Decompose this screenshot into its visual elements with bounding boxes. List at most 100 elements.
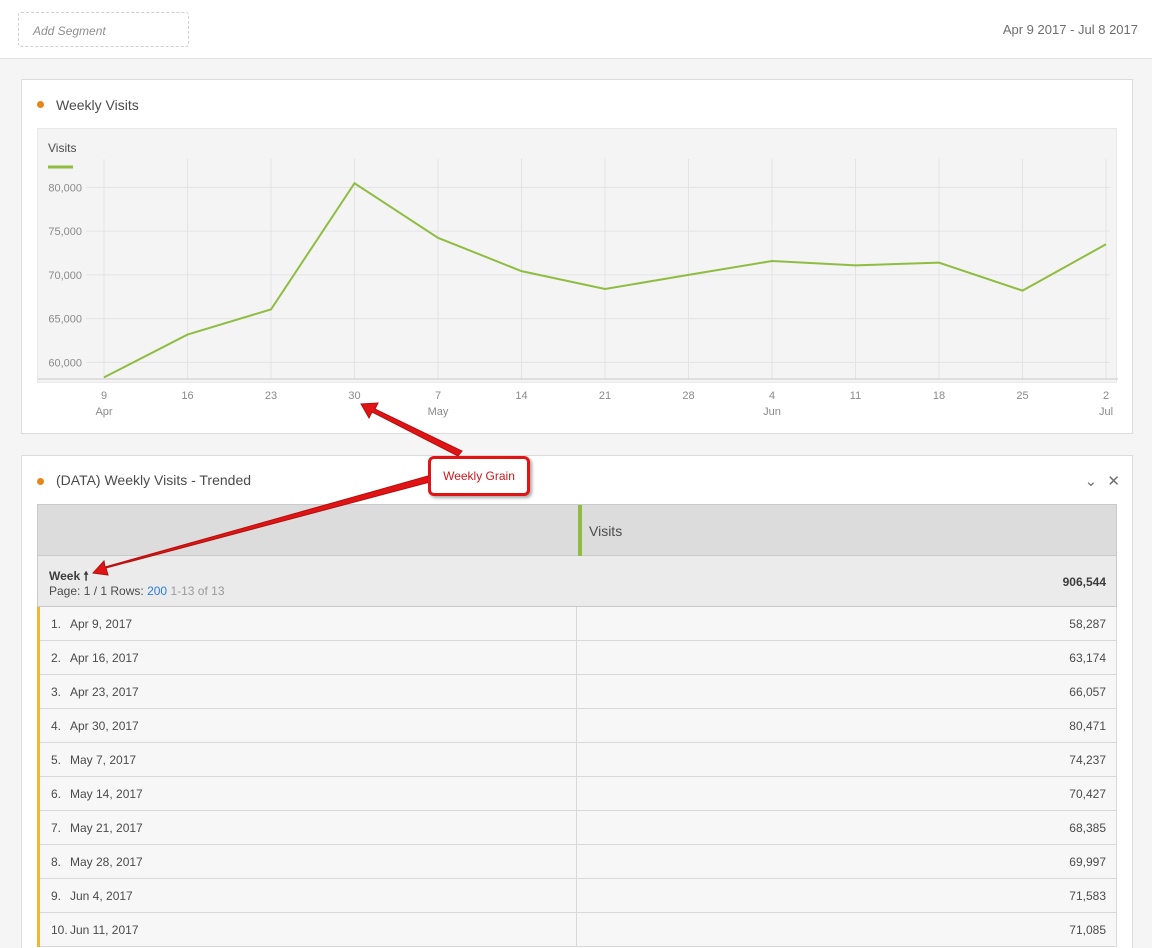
row-label[interactable]: Apr 9, 2017 [70, 617, 132, 631]
y-tick-label: 65,000 [48, 314, 82, 326]
annotation-callout: Weekly Grain [428, 456, 530, 496]
row-label[interactable]: Jun 11, 2017 [70, 923, 139, 937]
row-accent-bar [37, 743, 40, 777]
sort-up-arrow-icon[interactable]: 🠕 [83, 569, 88, 583]
row-index: 7. [51, 821, 62, 835]
table-row[interactable]: 6. May 14, 2017 70,427 [37, 777, 1117, 811]
row-index: 1. [51, 617, 62, 631]
row-value: 71,085 [1069, 923, 1106, 937]
freeform-table: Visits Week 🠕 Page: 1 / 1 Rows: 200 1-13… [37, 504, 1117, 948]
row-accent-bar [37, 845, 40, 879]
column-divider [576, 675, 577, 709]
y-tick-label: 60,000 [48, 357, 82, 369]
top-bar: Add Segment Apr 9 2017 - Jul 8 2017 [0, 0, 1152, 59]
row-accent-bar [37, 811, 40, 845]
row-accent-bar [37, 709, 40, 743]
x-tick-label: 21 [599, 390, 611, 402]
y-tick-label: 75,000 [48, 226, 82, 238]
column-divider [576, 879, 577, 913]
table-row[interactable]: 1. Apr 9, 2017 58,287 [37, 607, 1117, 641]
row-label[interactable]: May 14, 2017 [70, 787, 143, 801]
add-segment-dropzone[interactable]: Add Segment [18, 12, 189, 47]
row-value: 69,997 [1069, 855, 1106, 869]
row-value: 63,174 [1069, 651, 1106, 665]
row-index: 3. [51, 685, 62, 699]
row-label[interactable]: Jun 4, 2017 [70, 889, 133, 903]
row-value: 68,385 [1069, 821, 1106, 835]
column-divider [576, 641, 577, 675]
column-divider [576, 607, 577, 641]
metric-drag-handle[interactable] [578, 505, 582, 556]
x-tick-label: 16 [181, 390, 193, 402]
column-divider [576, 913, 577, 947]
rows-label: Rows: [110, 584, 144, 598]
y-tick-label: 80,000 [48, 182, 82, 194]
chart-svg: Visits 60,000 65,000 70,000 75,000 80,000 9 Apr… [38, 141, 1118, 418]
row-accent-bar [37, 641, 40, 675]
row-label[interactable]: Apr 30, 2017 [70, 719, 139, 733]
dimension-label: Week [49, 569, 81, 583]
table-row[interactable]: 7. May 21, 2017 68,385 [37, 811, 1117, 845]
column-divider [576, 709, 577, 743]
page-label: Page: 1 / 1 [49, 584, 108, 598]
row-accent-bar [37, 675, 40, 709]
close-icon[interactable]: ✕ [1107, 473, 1120, 490]
row-index: 10. [51, 923, 68, 937]
column-divider [576, 845, 577, 879]
column-divider [576, 743, 577, 777]
row-accent-bar [37, 607, 40, 641]
x-tick-label: 23 [265, 390, 277, 402]
x-tick-label: 14 [515, 390, 527, 402]
date-range[interactable]: Apr 9 2017 - Jul 8 2017 [1003, 22, 1138, 37]
metric-column-header[interactable]: Visits [589, 523, 622, 539]
row-value: 58,287 [1069, 617, 1106, 631]
row-range: 1-13 of 13 [170, 584, 225, 598]
column-divider [576, 811, 577, 845]
row-value: 71,583 [1069, 889, 1106, 903]
collapse-chevron-icon[interactable]: ⌄ [1085, 473, 1098, 490]
y-tick-label: 70,000 [48, 270, 82, 282]
chart-panel: Weekly Visits Visits 60,000 65,000 70,000 75… [21, 79, 1133, 434]
row-index: 5. [51, 753, 62, 767]
x-tick-label: 7 [435, 390, 441, 402]
panel-title[interactable]: (DATA) Weekly Visits - Trended [56, 472, 251, 488]
x-month-label: Jul [1099, 406, 1113, 418]
line-chart: Visits 60,000 65,000 70,000 75,000 80,000 9 Apr… [37, 128, 1118, 418]
row-index: 2. [51, 651, 62, 665]
row-accent-bar [37, 777, 40, 811]
row-label[interactable]: Apr 23, 2017 [70, 685, 139, 699]
dimension-header: Week 🠕 Page: 1 / 1 Rows: 200 1-13 of 13 … [37, 556, 1117, 607]
legend-label: Visits [48, 141, 76, 155]
rows-per-page[interactable]: 200 [147, 584, 167, 598]
row-value: 70,427 [1069, 787, 1106, 801]
x-month-label: May [428, 406, 449, 418]
x-tick-label: 30 [348, 390, 360, 402]
x-tick-label: 25 [1016, 390, 1028, 402]
column-total: 906,544 [1062, 575, 1106, 589]
table-row[interactable]: 4. Apr 30, 2017 80,471 [37, 709, 1117, 743]
column-divider [576, 777, 577, 811]
x-tick-label: 18 [933, 390, 945, 402]
table-header: Visits [37, 504, 1117, 556]
row-label[interactable]: May 21, 2017 [70, 821, 143, 835]
row-index: 4. [51, 719, 62, 733]
x-tick-label: 4 [769, 390, 775, 402]
table-row[interactable]: 8. May 28, 2017 69,997 [37, 845, 1117, 879]
table-row[interactable]: 3. Apr 23, 2017 66,057 [37, 675, 1117, 709]
table-row[interactable]: 9. Jun 4, 2017 71,583 [37, 879, 1117, 913]
row-index: 9. [51, 889, 62, 903]
row-label[interactable]: May 7, 2017 [70, 753, 136, 767]
table-panel: (DATA) Weekly Visits - Trended ⌄ ✕ Visit… [21, 455, 1133, 948]
row-value: 74,237 [1069, 753, 1106, 767]
row-value: 66,057 [1069, 685, 1106, 699]
row-label[interactable]: Apr 16, 2017 [70, 651, 139, 665]
panel-title[interactable]: Weekly Visits [56, 97, 139, 113]
panel-status-dot [37, 478, 44, 485]
table-row[interactable]: 10. Jun 11, 2017 71,085 [37, 913, 1117, 947]
row-label[interactable]: May 28, 2017 [70, 855, 143, 869]
panel-status-dot [37, 101, 44, 108]
table-row[interactable]: 2. Apr 16, 2017 63,174 [37, 641, 1117, 675]
table-row[interactable]: 5. May 7, 2017 74,237 [37, 743, 1117, 777]
panel-controls: ⌄ ✕ [1079, 472, 1120, 490]
row-accent-bar [37, 913, 40, 947]
